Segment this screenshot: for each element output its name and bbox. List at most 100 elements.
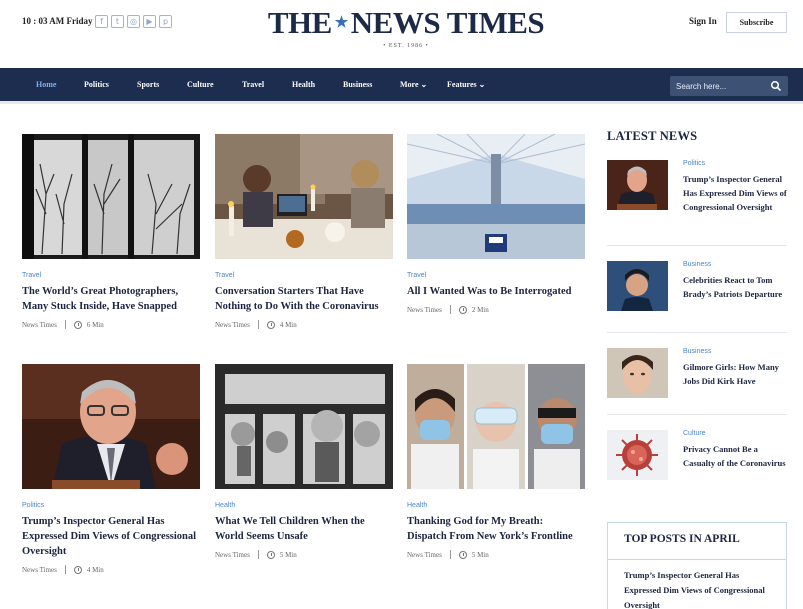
- clock-icon: [458, 550, 467, 559]
- nav-item-travel[interactable]: Travel: [242, 80, 264, 89]
- meta-divider: [64, 565, 66, 574]
- nav-item-politics[interactable]: Politics: [84, 80, 109, 89]
- article-image[interactable]: [407, 364, 585, 489]
- clock-icon: [458, 305, 467, 314]
- latest-news-title[interactable]: Privacy Cannot Be a Casualty of the Coro…: [683, 442, 789, 470]
- nav-item-culture[interactable]: Culture: [187, 80, 214, 89]
- latest-news-category[interactable]: Politics: [683, 160, 705, 167]
- article-card[interactable]: Health Thanking God for My Breath: Dispa…: [407, 364, 585, 559]
- article-title[interactable]: The World’s Great Photographers, Many St…: [22, 284, 200, 314]
- top-posts-widget: TOP POSTS IN APRIL Trump’s Inspector Gen…: [607, 522, 787, 609]
- article-card[interactable]: Travel The World’s Great Photographers, …: [22, 134, 200, 329]
- nav-item-more[interactable]: More ⌄: [400, 80, 427, 89]
- article-meta: News Times 4 Min: [22, 565, 200, 574]
- article-read-time: 4 Min: [279, 320, 297, 329]
- article-image[interactable]: [407, 134, 585, 259]
- latest-news-item[interactable]: Business Gilmore Girls: How Many Jobs Di…: [607, 348, 787, 418]
- latest-news-category[interactable]: Business: [683, 261, 711, 268]
- divider: [607, 245, 787, 246]
- latest-news-title[interactable]: Celebrities React to Tom Brady’s Patriot…: [683, 273, 789, 301]
- article-read-time: 6 Min: [86, 320, 104, 329]
- article-card[interactable]: Politics Trump’s Inspector General Has E…: [22, 364, 200, 574]
- article-category[interactable]: Politics: [22, 502, 200, 509]
- meta-divider: [64, 320, 66, 329]
- top-header: 10 : 03 AM Friday f t ◎ ▶ p THE ★NEWS TIM…: [0, 0, 803, 68]
- article-title[interactable]: Conversation Starters That Have Nothing …: [215, 284, 393, 314]
- article-category[interactable]: Health: [407, 502, 585, 509]
- latest-news-item[interactable]: Politics Trump’s Inspector General Has E…: [607, 160, 787, 230]
- nav-item-sports[interactable]: Sports: [137, 80, 159, 89]
- meta-divider: [449, 550, 451, 559]
- article-author[interactable]: News Times: [407, 306, 442, 314]
- divider: [607, 332, 787, 333]
- social-links: f t ◎ ▶ p: [95, 15, 172, 28]
- divider: [607, 414, 787, 415]
- logo-established: • EST. 1986 •: [383, 42, 429, 49]
- article-meta: News Times 2 Min: [407, 305, 585, 314]
- clock-icon: [73, 320, 82, 329]
- article-read-time: 5 Min: [279, 550, 297, 559]
- article-author[interactable]: News Times: [22, 321, 57, 329]
- latest-news-thumbnail[interactable]: [607, 348, 668, 398]
- search-icon[interactable]: [770, 80, 782, 92]
- clock-icon: [266, 320, 275, 329]
- meta-divider: [449, 305, 451, 314]
- article-category[interactable]: Health: [215, 502, 393, 509]
- article-meta: News Times 5 Min: [407, 550, 585, 559]
- pinterest-icon[interactable]: p: [159, 15, 172, 28]
- article-category[interactable]: Travel: [215, 272, 393, 279]
- clock-icon: [73, 565, 82, 574]
- article-meta: News Times 5 Min: [215, 550, 393, 559]
- article-card[interactable]: Travel All I Wanted Was to Be Interrogat…: [407, 134, 585, 314]
- latest-news-item[interactable]: Culture Privacy Cannot Be a Casualty of …: [607, 430, 787, 500]
- top-post-title[interactable]: Trump’s Inspector General Has Expressed …: [624, 568, 774, 609]
- latest-news-item[interactable]: Business Celebrities React to Tom Brady’…: [607, 261, 787, 331]
- article-category[interactable]: Travel: [407, 272, 585, 279]
- facebook-icon[interactable]: f: [95, 15, 108, 28]
- sign-in-link[interactable]: Sign In: [689, 16, 717, 26]
- instagram-icon[interactable]: ◎: [127, 15, 140, 28]
- search-input[interactable]: [676, 79, 768, 93]
- logo-word-the: THE: [267, 5, 332, 40]
- article-image[interactable]: [22, 364, 200, 489]
- article-title[interactable]: All I Wanted Was to Be Interrogated: [407, 284, 585, 299]
- article-image[interactable]: [215, 134, 393, 259]
- twitter-icon[interactable]: t: [111, 15, 124, 28]
- star-icon: ★: [334, 14, 348, 31]
- latest-news-category[interactable]: Business: [683, 348, 711, 355]
- article-image[interactable]: [22, 134, 200, 259]
- youtube-icon[interactable]: ▶: [143, 15, 156, 28]
- article-meta: News Times 6 Min: [22, 320, 200, 329]
- nav-item-business[interactable]: Business: [343, 80, 372, 89]
- latest-news-title[interactable]: Trump’s Inspector General Has Expressed …: [683, 172, 789, 214]
- clock-icon: [266, 550, 275, 559]
- article-author[interactable]: News Times: [22, 566, 57, 574]
- latest-news-thumbnail[interactable]: [607, 261, 668, 311]
- article-meta: News Times 4 Min: [215, 320, 393, 329]
- search-box: [670, 76, 788, 96]
- article-author[interactable]: News Times: [215, 551, 250, 559]
- article-author[interactable]: News Times: [407, 551, 442, 559]
- site-logo[interactable]: THE ★NEWS TIMES • EST. 1986 •: [266, 6, 546, 49]
- latest-news-thumbnail[interactable]: [607, 160, 668, 210]
- article-card[interactable]: Travel Conversation Starters That Have N…: [215, 134, 393, 329]
- article-read-time: 4 Min: [86, 565, 104, 574]
- nav-item-features[interactable]: Features ⌄: [447, 80, 485, 89]
- meta-divider: [257, 320, 259, 329]
- subscribe-button[interactable]: Subscribe: [726, 12, 787, 33]
- article-title[interactable]: Trump’s Inspector General Has Expressed …: [22, 514, 200, 559]
- latest-news-title[interactable]: Gilmore Girls: How Many Jobs Did Kirk Ha…: [683, 360, 789, 388]
- nav-item-home[interactable]: Home: [36, 80, 56, 89]
- article-title[interactable]: What We Tell Children When the World See…: [215, 514, 393, 544]
- article-author[interactable]: News Times: [215, 321, 250, 329]
- article-category[interactable]: Travel: [22, 272, 200, 279]
- latest-news-category[interactable]: Culture: [683, 430, 706, 437]
- article-image[interactable]: [215, 364, 393, 489]
- logo-word-news-times: NEWS TIMES: [350, 5, 545, 40]
- meta-divider: [257, 550, 259, 559]
- divider: [608, 559, 786, 560]
- latest-news-thumbnail[interactable]: [607, 430, 668, 480]
- nav-item-health[interactable]: Health: [292, 80, 315, 89]
- article-card[interactable]: Health What We Tell Children When the Wo…: [215, 364, 393, 559]
- article-title[interactable]: Thanking God for My Breath: Dispatch Fro…: [407, 514, 585, 544]
